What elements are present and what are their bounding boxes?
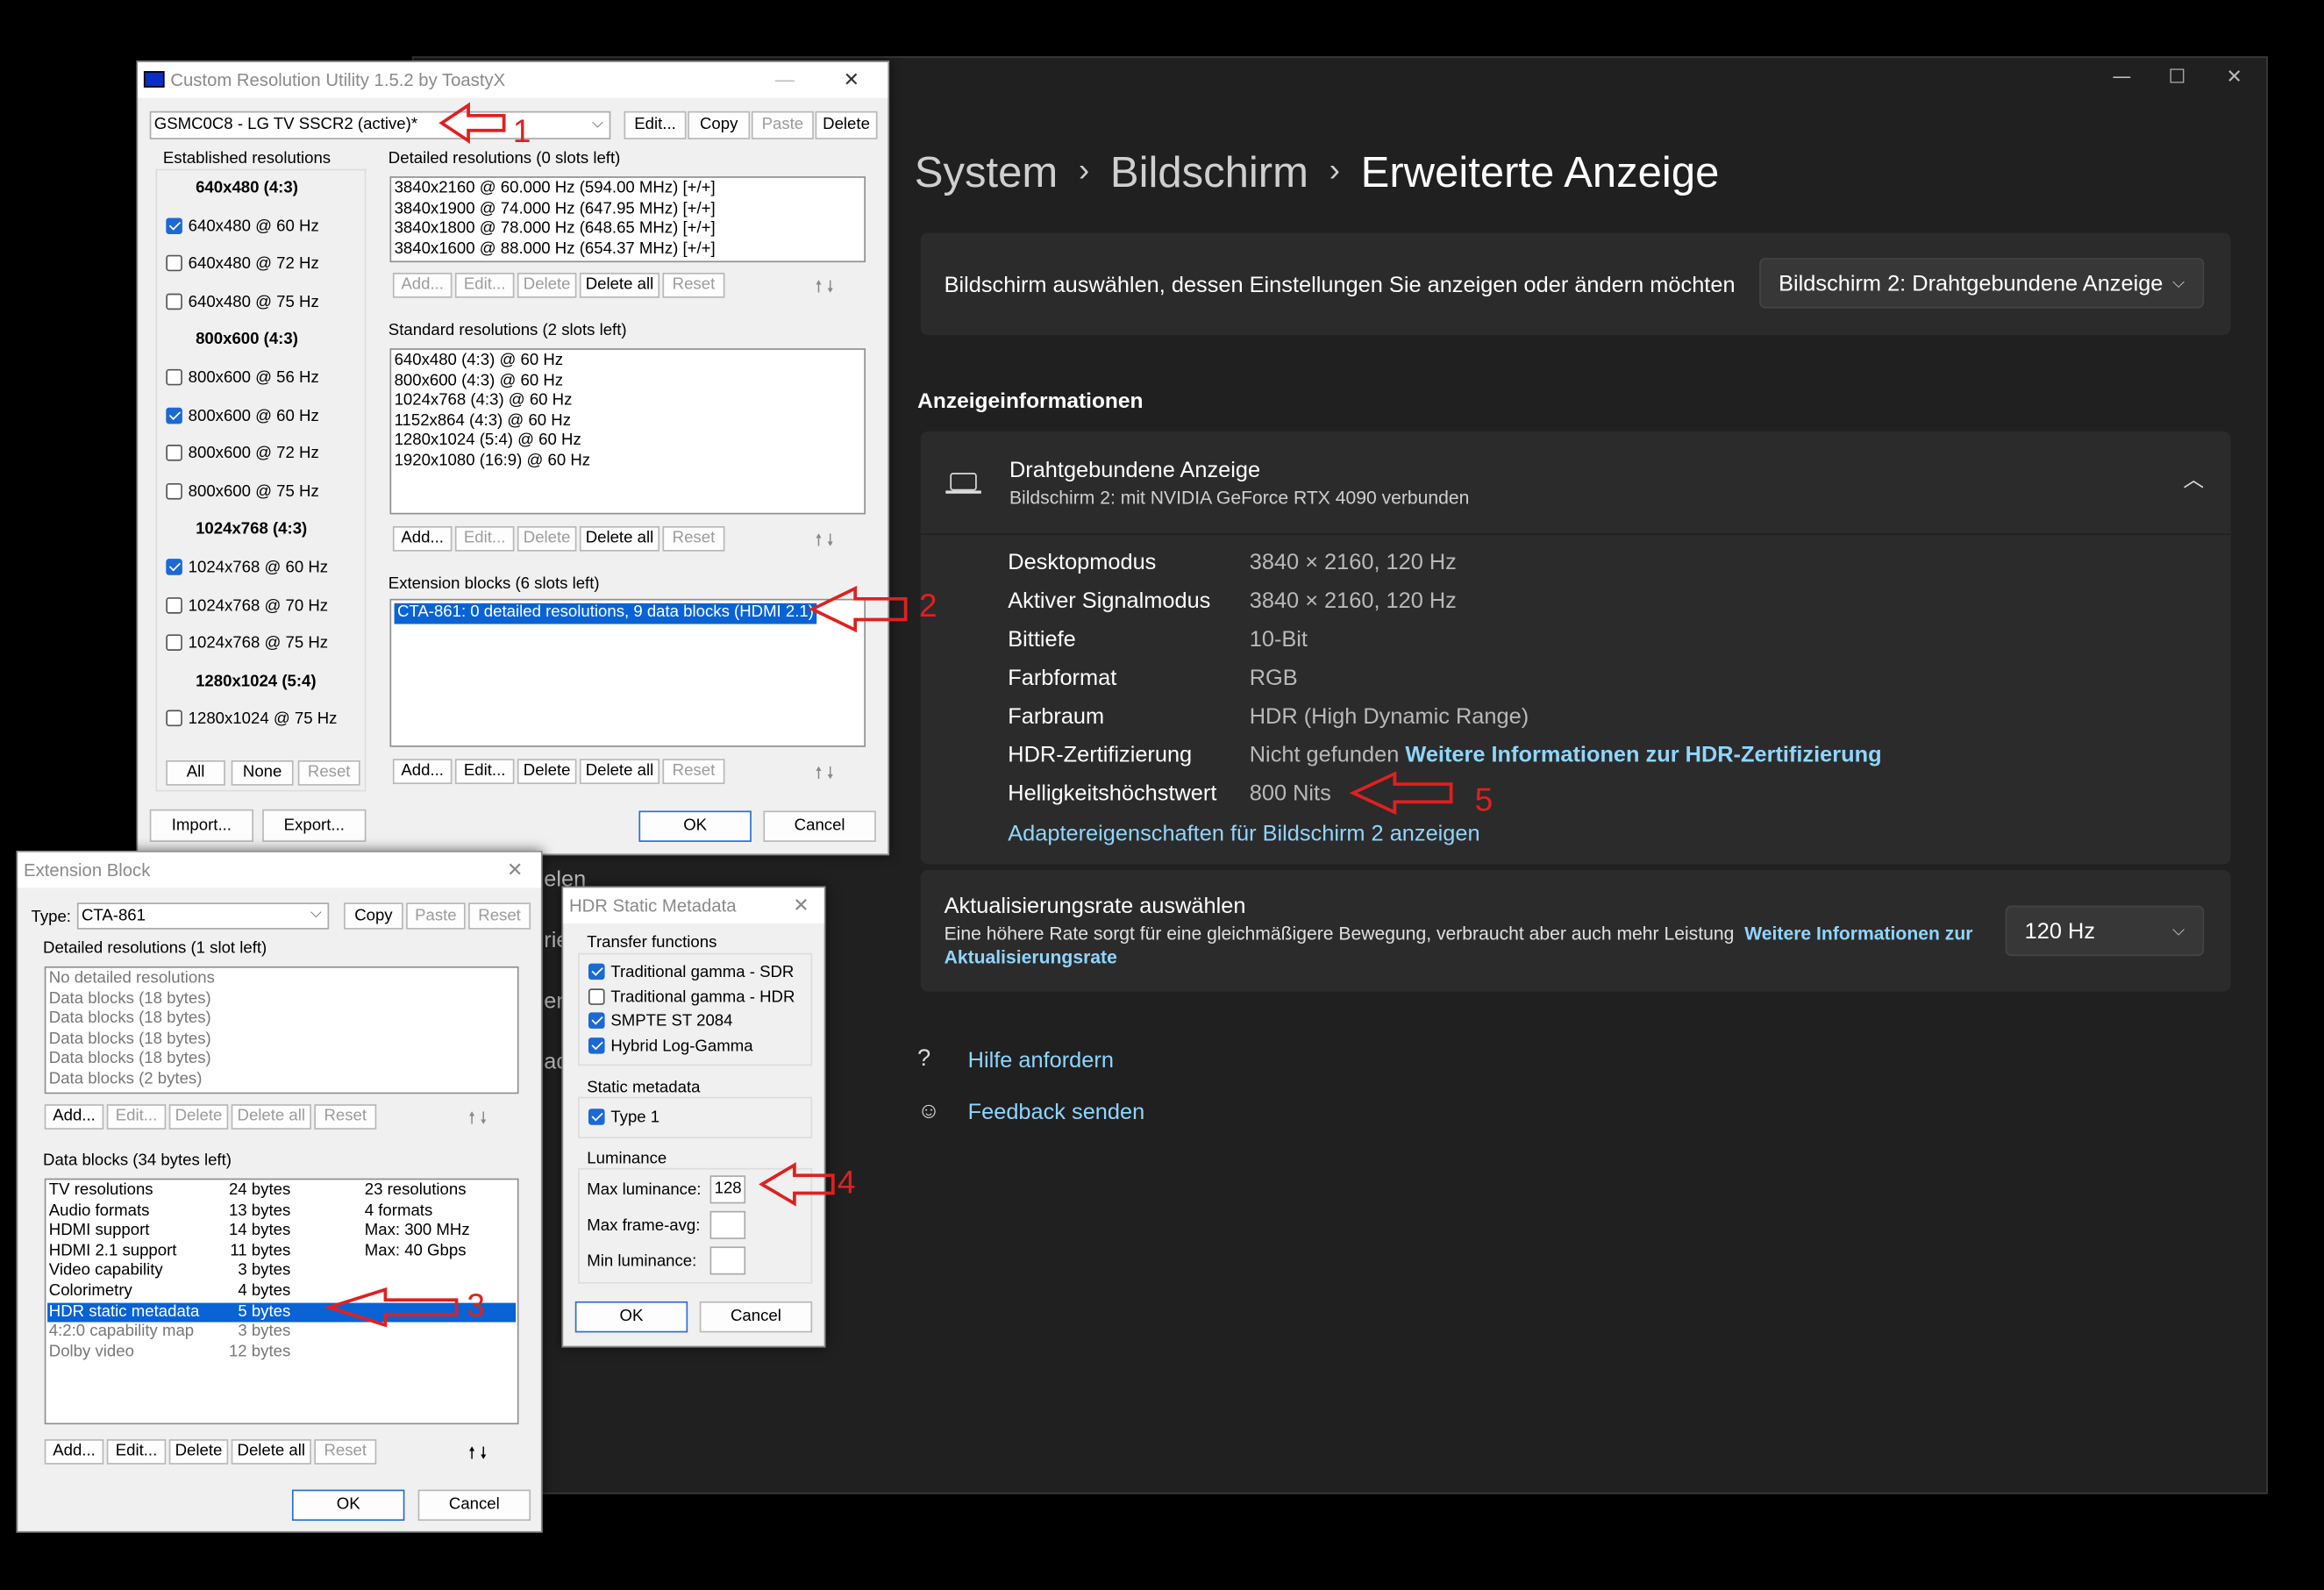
annotation-label-5: 5 xyxy=(1474,781,1493,818)
annotation-arrows xyxy=(324,102,1453,1328)
annotation-label-2: 2 xyxy=(918,587,937,624)
annotation-label-3: 3 xyxy=(467,1287,486,1324)
annotation-arrow-4 xyxy=(759,1162,835,1207)
annotation-label-4: 4 xyxy=(837,1163,856,1201)
screenshot-scene: — ☐ ✕ System › Bildschirm › Erweiterte Anzei… xyxy=(0,0,2324,1590)
annotation-arrow-3 xyxy=(324,1287,459,1328)
annotation-arrow-5 xyxy=(1349,771,1453,816)
annotation-arrow-1 xyxy=(438,102,506,145)
annotation-label-1: 1 xyxy=(512,112,531,150)
annotation-arrow-2 xyxy=(808,586,908,633)
